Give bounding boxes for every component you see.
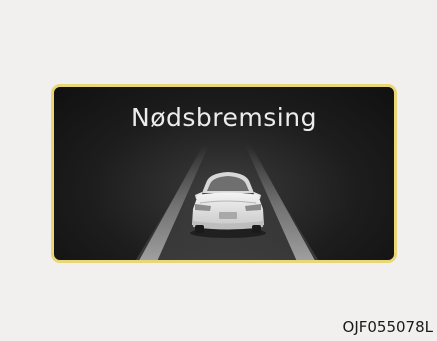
figure-code: OJF055078L — [342, 318, 433, 336]
emergency-braking-warning-panel: Nødsbremsing — [51, 84, 397, 263]
warning-title: Nødsbremsing — [131, 103, 317, 132]
